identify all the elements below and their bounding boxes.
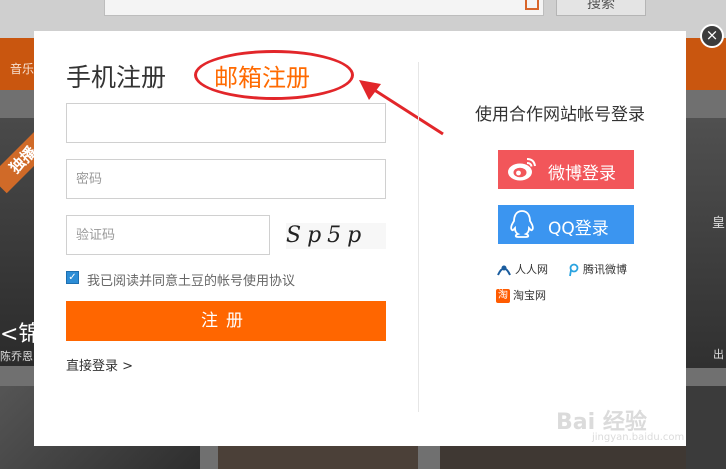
taobao-label: 淘宝网 [513, 289, 546, 302]
background-poster [686, 118, 726, 368]
qq-login-button[interactable]: QQ登录 [498, 205, 634, 244]
baidu-watermark-url: jingyan.baidu.com [592, 432, 685, 443]
taobao-icon: 淘 [496, 289, 510, 303]
weibo-login-button[interactable]: 微博登录 [498, 150, 634, 189]
agree-terms-label[interactable]: 我已阅读并同意土豆的帐号使用协议 [87, 270, 295, 289]
qq-login-label: QQ登录 [548, 219, 609, 239]
background-right-text: 皇 [712, 216, 726, 231]
background-search-icon [525, 0, 539, 10]
background-poster [218, 446, 418, 469]
background-poster [440, 446, 710, 469]
close-icon[interactable]: × [700, 24, 724, 48]
background-poster-subtitle: 陈乔恩 [0, 350, 33, 363]
qq-penguin-icon [510, 210, 534, 238]
background-search-button: 搜索 [556, 0, 646, 16]
background-right-subtext: 出 [713, 348, 724, 361]
tencent-weibo-label: 腾讯微博 [583, 263, 627, 276]
verification-code-input[interactable]: 验证码 [66, 215, 270, 255]
direct-login-link[interactable]: 直接登录 > [66, 355, 133, 374]
register-submit-button[interactable]: 注册 [66, 301, 386, 341]
background-search-box [104, 0, 544, 16]
agree-checkbox[interactable]: ✓ [66, 271, 79, 284]
captcha-image[interactable]: Sp5p [286, 219, 386, 249]
tencent-weibo-login-link[interactable]: 腾讯微博 [568, 261, 627, 277]
captcha-text: Sp5p [286, 223, 386, 249]
vertical-divider [418, 62, 419, 412]
background-poster [686, 386, 726, 469]
weibo-icon [508, 158, 536, 181]
tencent-weibo-icon [569, 263, 579, 277]
taobao-login-link[interactable]: 淘淘宝网 [496, 287, 546, 303]
phone-input[interactable] [66, 103, 386, 143]
renren-label: 人人网 [515, 263, 548, 276]
phone-register-tab[interactable]: 手机注册 [66, 58, 166, 94]
background-nav-item: 音乐 [10, 62, 35, 76]
renren-login-link[interactable]: 人人网 [496, 261, 548, 277]
partner-login-title: 使用合作网站帐号登录 [475, 105, 645, 125]
weibo-login-label: 微博登录 [548, 164, 616, 184]
annotation-circle [194, 50, 354, 100]
password-input[interactable]: 密码 [66, 159, 386, 199]
renren-icon [497, 265, 511, 276]
